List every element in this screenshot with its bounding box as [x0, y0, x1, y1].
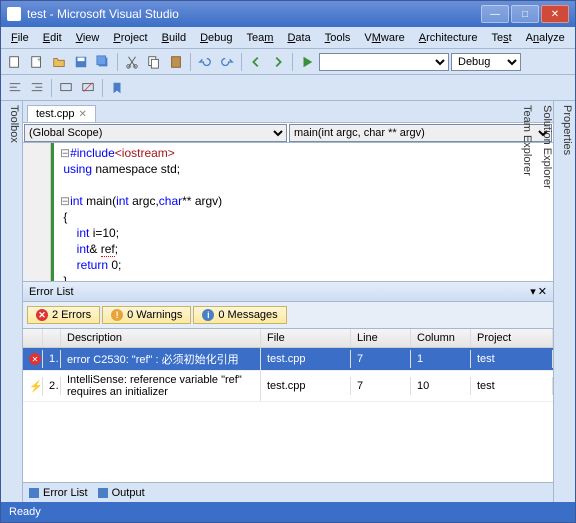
col-line[interactable]: Line: [351, 329, 411, 347]
row-desc: IntelliSense: reference variable "ref" r…: [61, 371, 261, 401]
row-num: 1: [43, 350, 61, 368]
menu-tools[interactable]: Tools: [319, 30, 357, 46]
row-col: 10: [411, 377, 471, 395]
app-icon: [7, 7, 21, 21]
copy-button[interactable]: [144, 52, 164, 72]
add-item-button[interactable]: +: [27, 52, 47, 72]
comment-button[interactable]: [56, 78, 76, 98]
menu-data[interactable]: Data: [281, 30, 316, 46]
menu-architecture[interactable]: Architecture: [413, 30, 484, 46]
menu-project[interactable]: Project: [107, 30, 153, 46]
cut-button[interactable]: [122, 52, 142, 72]
code-editor[interactable]: ⊟#include<iostream> using namespace std;…: [23, 143, 553, 281]
tab-close-icon[interactable]: ✕: [79, 109, 87, 120]
outdent-button[interactable]: [5, 78, 25, 98]
row-line: 7: [351, 377, 411, 395]
col-file[interactable]: File: [261, 329, 351, 347]
right-sidebar: Properties Solution Explorer Team Explor…: [553, 101, 575, 502]
row-icon: ✕: [23, 350, 43, 369]
document-tabs: test.cpp ✕: [23, 101, 553, 123]
svg-text:+: +: [37, 57, 41, 64]
error-row[interactable]: ⚡2IntelliSense: reference variable "ref"…: [23, 371, 553, 402]
start-debug-button[interactable]: [297, 52, 317, 72]
open-button[interactable]: [49, 52, 69, 72]
new-project-button[interactable]: [5, 52, 25, 72]
titlebar: test - Microsoft Visual Studio — □ ✕: [1, 1, 575, 27]
save-all-button[interactable]: [93, 52, 113, 72]
info-icon: i: [202, 309, 214, 321]
gutter: [23, 143, 51, 281]
statusbar: Ready: [1, 502, 575, 522]
maximize-button[interactable]: □: [511, 5, 539, 23]
scope-right-combo[interactable]: main(int argc, char ** argv): [289, 124, 552, 142]
indent-button[interactable]: [27, 78, 47, 98]
toolbar-text: [1, 75, 575, 101]
row-line: 7: [351, 350, 411, 368]
nav-fwd-button[interactable]: [268, 52, 288, 72]
row-file: test.cpp: [261, 350, 351, 368]
row-desc: error C2530: "ref" : 必须初始化引用: [61, 348, 261, 370]
solution-config-combo[interactable]: [319, 53, 449, 71]
menu-file[interactable]: File: [5, 30, 35, 46]
undo-button[interactable]: [195, 52, 215, 72]
warnings-filter-button[interactable]: !0 Warnings: [102, 306, 191, 324]
properties-tab[interactable]: Properties: [561, 105, 573, 498]
menu-test[interactable]: Test: [485, 30, 517, 46]
close-button[interactable]: ✕: [541, 5, 569, 23]
col-description[interactable]: Description: [61, 329, 261, 347]
document-tab-test[interactable]: test.cpp ✕: [27, 105, 96, 122]
menu-edit[interactable]: Edit: [37, 30, 68, 46]
menu-build[interactable]: Build: [156, 30, 192, 46]
toolbox-tab[interactable]: Toolbox: [1, 101, 23, 502]
redo-button[interactable]: [217, 52, 237, 72]
status-text: Ready: [9, 506, 41, 518]
row-icon: ⚡: [23, 377, 43, 396]
row-file: test.cpp: [261, 377, 351, 395]
save-button[interactable]: [71, 52, 91, 72]
error-table-header: Description File Line Column Project: [23, 329, 553, 348]
errors-filter-button[interactable]: ✕2 Errors: [27, 306, 100, 324]
error-row[interactable]: ✕1error C2530: "ref" : 必须初始化引用test.cpp71…: [23, 348, 553, 371]
team-explorer-tab[interactable]: Team Explorer: [521, 105, 533, 498]
minimize-button[interactable]: —: [481, 5, 509, 23]
menu-debug[interactable]: Debug: [194, 30, 238, 46]
window-title: test - Microsoft Visual Studio: [27, 7, 481, 21]
warning-icon: !: [111, 309, 123, 321]
menu-team[interactable]: Team: [241, 30, 280, 46]
error-list-icon: [29, 488, 39, 498]
output-icon: [98, 488, 108, 498]
error-table: Description File Line Column Project ✕1e…: [23, 329, 553, 482]
menubar: File Edit View Project Build Debug Team …: [1, 27, 575, 49]
error-list-title: Error List: [29, 286, 74, 298]
menu-view[interactable]: View: [70, 30, 106, 46]
solution-explorer-tab[interactable]: Solution Explorer: [541, 105, 553, 498]
config-combo[interactable]: Debug: [451, 53, 521, 71]
scope-left-combo[interactable]: (Global Scope): [24, 124, 287, 142]
messages-filter-button[interactable]: i0 Messages: [193, 306, 286, 324]
tab-label: test.cpp: [36, 108, 75, 120]
bookmark-button[interactable]: [107, 78, 127, 98]
col-column[interactable]: Column: [411, 329, 471, 347]
error-icon: ✕: [36, 309, 48, 321]
menu-analyze[interactable]: Analyze: [520, 30, 571, 46]
row-num: 2: [43, 377, 61, 395]
row-col: 1: [411, 350, 471, 368]
error-list-panel: Error List ▾ ✕ ✕2 Errors !0 Warnings i0 …: [23, 281, 553, 502]
panel-tab-error-list[interactable]: Error List: [29, 487, 88, 499]
toolbar-main: + Debug: [1, 49, 575, 75]
uncomment-button[interactable]: [78, 78, 98, 98]
panel-tab-output[interactable]: Output: [98, 487, 145, 499]
nav-back-button[interactable]: [246, 52, 266, 72]
panel-tabs: Error List Output: [23, 482, 553, 502]
paste-button[interactable]: [166, 52, 186, 72]
menu-vmware[interactable]: VMware: [358, 30, 410, 46]
code-content: ⊟#include<iostream> using namespace std;…: [51, 143, 228, 281]
